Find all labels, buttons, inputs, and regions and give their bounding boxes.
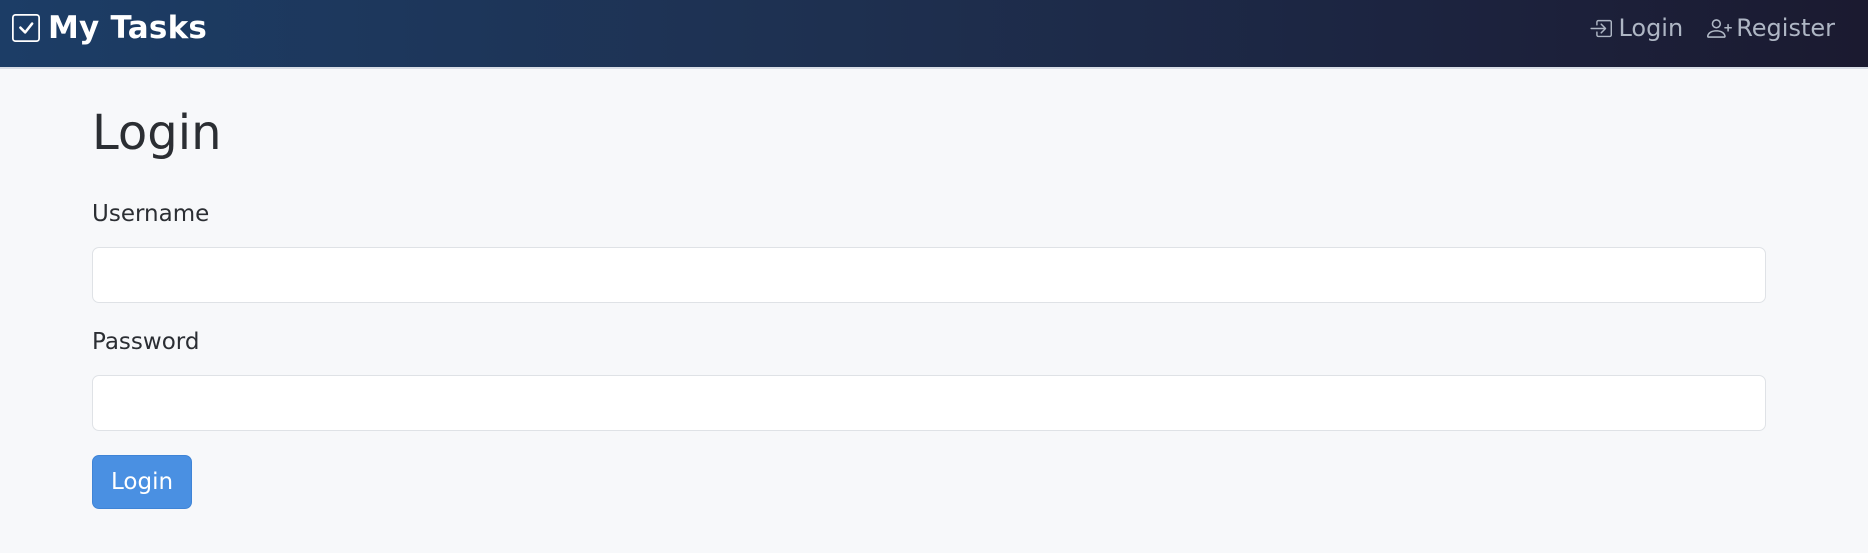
- password-input[interactable]: [92, 375, 1766, 431]
- login-submit-button[interactable]: Login: [92, 455, 193, 509]
- username-label: Username: [92, 201, 210, 227]
- page-title: Login: [92, 105, 222, 161]
- brand-title: My Tasks: [48, 10, 208, 46]
- nav-links: Login Register: [1565, 0, 1835, 56]
- username-input[interactable]: [92, 247, 1766, 303]
- nav-register-link[interactable]: Register: [1707, 14, 1835, 42]
- navbar: My Tasks Login Register: [0, 0, 1868, 69]
- check-square-icon: [12, 13, 42, 43]
- nav-login-label: Login: [1618, 14, 1684, 42]
- brand-link[interactable]: My Tasks: [12, 0, 207, 56]
- nav-register-label: Register: [1736, 14, 1835, 42]
- password-label: Password: [92, 329, 200, 355]
- login-icon: [1589, 16, 1614, 41]
- nav-login-link[interactable]: Login: [1589, 14, 1683, 42]
- person-plus-icon: [1707, 16, 1733, 41]
